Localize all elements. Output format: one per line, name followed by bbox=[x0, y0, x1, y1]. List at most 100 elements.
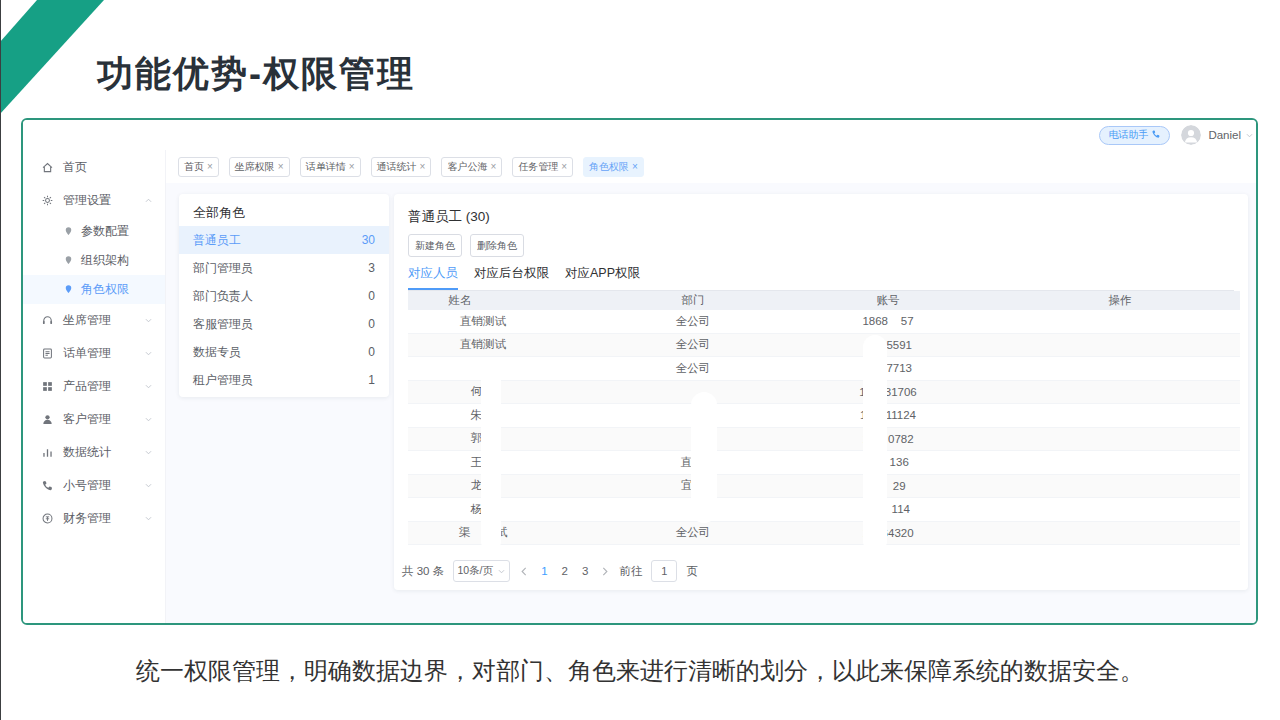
roles-panel-title: 全部角色 bbox=[179, 194, 389, 226]
content-area: 首页×坐席权限×话单详情×通话统计×客户公海×任务管理×角色权限× 全部角色 普… bbox=[166, 150, 1256, 623]
role-count: 1 bbox=[368, 373, 375, 387]
sidebar-item-label: 管理设置 bbox=[63, 192, 135, 209]
page-number-1[interactable]: 1 bbox=[541, 565, 547, 577]
close-icon[interactable]: × bbox=[349, 162, 355, 172]
sidebar-item-首页[interactable]: 首页 bbox=[23, 151, 165, 184]
table-row[interactable]: 郭 18 0782 bbox=[408, 428, 1240, 452]
table-row[interactable]: 全公司1 7713 bbox=[408, 357, 1240, 381]
avatar[interactable] bbox=[1181, 125, 1201, 145]
cell-account: 18 11124 bbox=[828, 409, 948, 421]
sidebar-subitem-角色权限[interactable]: 角色权限 bbox=[23, 275, 165, 304]
sidebar-item-财务管理[interactable]: 财务管理 bbox=[23, 502, 165, 535]
tab-label: 角色权限 bbox=[589, 160, 629, 174]
cell-account: 1 5591 bbox=[828, 339, 948, 351]
detail-tab-对应APP权限[interactable]: 对应APP权限 bbox=[565, 265, 640, 290]
close-icon[interactable]: × bbox=[420, 162, 426, 172]
page-numbers: 1 2 3 bbox=[541, 565, 588, 577]
role-name: 数据专员 bbox=[193, 344, 241, 361]
chevron-down-icon bbox=[144, 349, 153, 358]
close-icon[interactable]: × bbox=[490, 162, 496, 172]
chart-icon bbox=[41, 446, 54, 459]
sidebar-item-客户管理[interactable]: 客户管理 bbox=[23, 403, 165, 436]
headset-icon bbox=[41, 314, 54, 327]
role-count: 0 bbox=[368, 289, 375, 303]
coin-icon bbox=[41, 512, 54, 525]
redaction-blob bbox=[691, 392, 717, 523]
page-number-2[interactable]: 2 bbox=[562, 565, 568, 577]
tab-通话统计[interactable]: 通话统计× bbox=[371, 157, 432, 177]
删除角色-button[interactable]: 删除角色 bbox=[470, 234, 524, 257]
role-item-部门负责人[interactable]: 部门负责人0 bbox=[179, 282, 389, 310]
cell-account: 18 0782 bbox=[828, 433, 948, 445]
pin-icon bbox=[63, 284, 74, 295]
role-item-数据专员[interactable]: 数据专员0 bbox=[179, 338, 389, 366]
pagination-total: 共 30 条 bbox=[402, 564, 444, 579]
chevron-down-icon bbox=[144, 448, 153, 457]
sidebar-item-小号管理[interactable]: 小号管理 bbox=[23, 469, 165, 502]
table-row[interactable]: 王 直 1 136 bbox=[408, 451, 1240, 475]
detail-title: 普通员工 (30) bbox=[408, 208, 1234, 226]
sidebar-item-数据统计[interactable]: 数据统计 bbox=[23, 436, 165, 469]
table-row[interactable]: 直销测试全公司1 5591 bbox=[408, 334, 1240, 358]
role-item-部门管理员[interactable]: 部门管理员3 bbox=[179, 254, 389, 282]
close-icon[interactable]: × bbox=[632, 162, 638, 172]
goto-page-input[interactable]: 1 bbox=[651, 560, 677, 582]
sidebar-subitem-组织架构[interactable]: 组织架构 bbox=[23, 246, 165, 275]
detail-panel: 普通员工 (30) 新建角色删除角色 对应人员对应后台权限对应APP权限 姓名部… bbox=[394, 194, 1248, 590]
sidebar-item-坐席管理[interactable]: 坐席管理 bbox=[23, 304, 165, 337]
sidebar-item-管理设置[interactable]: 管理设置 bbox=[23, 184, 165, 217]
close-icon[interactable]: × bbox=[278, 162, 284, 172]
新建角色-button[interactable]: 新建角色 bbox=[408, 234, 462, 257]
next-page-button[interactable] bbox=[599, 566, 610, 577]
role-item-普通员工[interactable]: 普通员工30 bbox=[179, 226, 389, 254]
redaction-blob bbox=[863, 335, 887, 553]
cell-name: 直销测试 bbox=[408, 337, 558, 352]
tab-客户公海[interactable]: 客户公海× bbox=[441, 157, 502, 177]
home-icon bbox=[41, 161, 54, 174]
phone-icon bbox=[41, 479, 54, 492]
sidebar-item-label: 坐席管理 bbox=[63, 312, 135, 329]
role-item-客服管理员[interactable]: 客服管理员0 bbox=[179, 310, 389, 338]
detail-tab-对应后台权限[interactable]: 对应后台权限 bbox=[474, 265, 549, 290]
column-header-姓名: 姓名 bbox=[408, 293, 558, 308]
table-row[interactable]: 直销测试全公司1868 57 bbox=[408, 310, 1240, 334]
tab-话单详情[interactable]: 话单详情× bbox=[300, 157, 361, 177]
close-icon[interactable]: × bbox=[561, 162, 567, 172]
sidebar-item-产品管理[interactable]: 产品管理 bbox=[23, 370, 165, 403]
table-row[interactable]: 渠 试全公司1 64320 bbox=[408, 522, 1240, 546]
roles-list: 普通员工30部门管理员3部门负责人0客服管理员0数据专员0租户管理员1 bbox=[179, 226, 389, 394]
tab-label: 客户公海 bbox=[447, 160, 487, 174]
phone-icon bbox=[1151, 129, 1161, 141]
close-icon[interactable]: × bbox=[207, 162, 213, 172]
cell-account: 1 64320 bbox=[828, 527, 948, 539]
tab-坐席权限[interactable]: 坐席权限× bbox=[229, 157, 290, 177]
pagination: 共 30 条 10条/页 123 前往 1 页 bbox=[402, 560, 698, 582]
page-number-3[interactable]: 3 bbox=[582, 565, 588, 577]
table-row[interactable]: 朱 18 11124 bbox=[408, 404, 1240, 428]
chevron-down-icon bbox=[1245, 131, 1254, 140]
column-header-操作: 操作 bbox=[948, 293, 1240, 308]
user-menu[interactable]: Daniel bbox=[1208, 129, 1254, 141]
left-edge-line bbox=[0, 0, 1, 720]
redaction-blob bbox=[481, 358, 501, 552]
role-item-租户管理员[interactable]: 租户管理员1 bbox=[179, 366, 389, 394]
goto-label: 前往 bbox=[619, 564, 642, 579]
prev-page-button[interactable] bbox=[519, 566, 530, 577]
detail-tab-对应人员[interactable]: 对应人员 bbox=[408, 265, 458, 290]
tab-任务管理[interactable]: 任务管理× bbox=[512, 157, 573, 177]
app-header: 电话助手 Daniel bbox=[23, 120, 1256, 150]
page-size-select[interactable]: 10条/页 bbox=[453, 560, 510, 582]
main-area: 全部角色 普通员工30部门管理员3部门负责人0客服管理员0数据专员0租户管理员1… bbox=[166, 183, 1256, 623]
tab-首页[interactable]: 首页× bbox=[178, 157, 219, 177]
sidebar-item-label: 数据统计 bbox=[63, 444, 135, 461]
user-icon bbox=[41, 413, 54, 426]
tab-角色权限[interactable]: 角色权限× bbox=[583, 157, 644, 177]
phone-assistant-button[interactable]: 电话助手 bbox=[1099, 126, 1170, 145]
chevron-down-icon bbox=[144, 382, 153, 391]
sidebar-subitem-参数配置[interactable]: 参数配置 bbox=[23, 217, 165, 246]
table-row[interactable]: 杨 79 114 bbox=[408, 498, 1240, 522]
table-row[interactable]: 何 15 31706 bbox=[408, 381, 1240, 405]
sidebar-item-话单管理[interactable]: 话单管理 bbox=[23, 337, 165, 370]
table-row[interactable]: 龙 宜 1 29 bbox=[408, 475, 1240, 499]
sidebar: 首页管理设置参数配置组织架构角色权限坐席管理话单管理产品管理客户管理数据统计小号… bbox=[23, 150, 166, 623]
